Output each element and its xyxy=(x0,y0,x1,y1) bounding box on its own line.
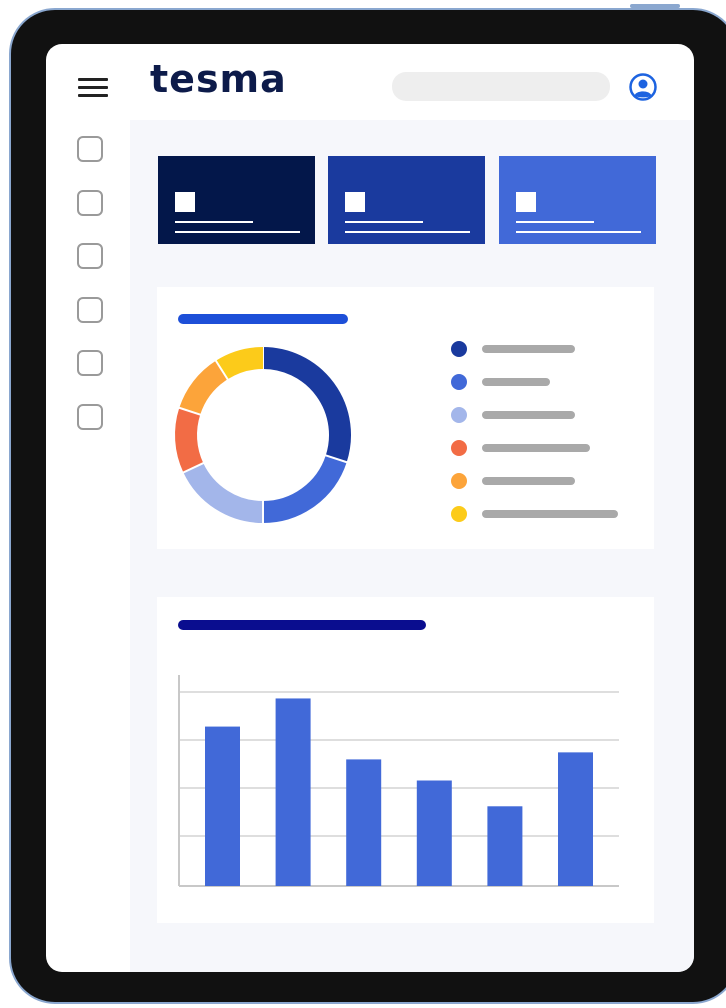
donut-slice-4 xyxy=(175,407,204,473)
legend-marker-6 xyxy=(451,506,467,522)
donut-slice-3 xyxy=(183,462,264,523)
sidebar-item-4[interactable] xyxy=(77,297,103,323)
search-input[interactable] xyxy=(392,72,610,101)
legend-marker-3 xyxy=(451,407,467,423)
stat-card-icon xyxy=(516,192,536,212)
donut-slice-2 xyxy=(262,455,347,523)
sidebar-item-3[interactable] xyxy=(77,243,103,269)
stat-card-1[interactable] xyxy=(158,156,315,244)
legend-label-placeholder-1 xyxy=(482,345,575,353)
legend-label-placeholder-2 xyxy=(482,378,550,386)
bar-4 xyxy=(416,780,452,886)
donut-chart-title-placeholder xyxy=(178,314,348,324)
donut-chart-panel xyxy=(157,287,654,549)
bar-2 xyxy=(275,698,311,886)
stat-card-3[interactable] xyxy=(499,156,656,244)
legend-marker-1 xyxy=(451,341,467,357)
bar-6 xyxy=(558,752,593,886)
bar-1 xyxy=(205,726,240,886)
sidebar-item-2[interactable] xyxy=(77,190,103,216)
bar-chart xyxy=(178,675,619,887)
legend-marker-4 xyxy=(451,440,467,456)
sidebar-item-5[interactable] xyxy=(77,350,103,376)
donut-chart xyxy=(175,346,351,524)
legend-marker-2 xyxy=(451,374,467,390)
legend-label-placeholder-5 xyxy=(482,477,575,485)
sidebar-item-1[interactable] xyxy=(77,136,103,162)
donut-slice-5 xyxy=(179,360,228,416)
donut-slice-1 xyxy=(262,347,351,463)
user-account-icon[interactable] xyxy=(629,73,657,101)
stat-card-icon xyxy=(175,192,195,212)
donut-slice-6 xyxy=(215,347,264,380)
bar-3 xyxy=(346,759,382,886)
dashboard-content xyxy=(130,120,694,972)
stat-card-2[interactable] xyxy=(328,156,485,244)
screen: tesma xyxy=(46,44,694,972)
bar-5 xyxy=(487,806,523,886)
legend-marker-5 xyxy=(451,473,467,489)
legend-label-placeholder-3 xyxy=(482,411,575,419)
bar-chart-panel xyxy=(157,597,654,923)
hamburger-menu-icon[interactable] xyxy=(78,78,108,98)
sidebar-item-6[interactable] xyxy=(77,404,103,430)
legend-label-placeholder-4 xyxy=(482,444,590,452)
stat-card-icon xyxy=(345,192,365,212)
legend-label-placeholder-6 xyxy=(482,510,618,518)
app-logo: tesma xyxy=(150,57,287,101)
